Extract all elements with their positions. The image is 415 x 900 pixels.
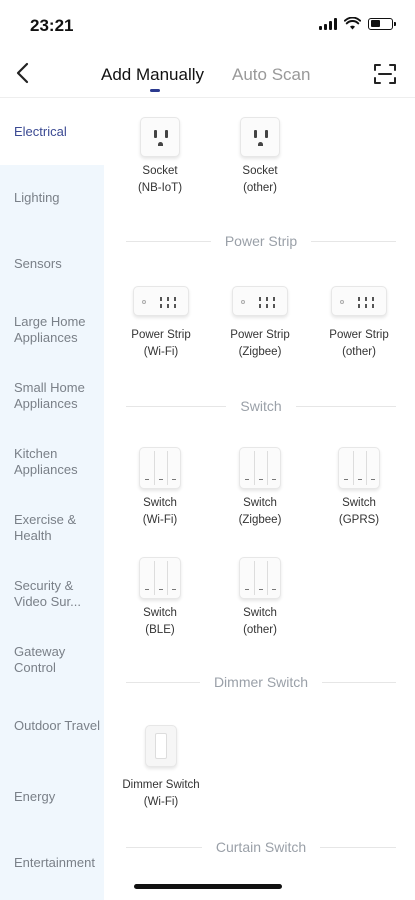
socket-icon xyxy=(140,117,180,157)
device-variant: (NB-IoT) xyxy=(137,182,183,194)
home-indicator[interactable] xyxy=(134,884,282,889)
power-strip-icon xyxy=(133,286,189,316)
device-variant: (BLE) xyxy=(145,624,175,636)
sidebar-item-small-home-appliances[interactable]: Small Home Appliances xyxy=(0,363,104,429)
device-name: Switch xyxy=(243,607,277,619)
sidebar-item-exercise-health[interactable]: Exercise & Health xyxy=(0,495,104,561)
device-switch-wifi[interactable]: Switch (Wi-Fi) xyxy=(115,447,205,529)
device-name: Switch xyxy=(243,497,277,509)
sidebar-item-large-home-appliances[interactable]: Large Home Appliances xyxy=(0,297,104,363)
device-variant: (other) xyxy=(243,624,277,636)
device-variant: (GPRS) xyxy=(338,514,380,526)
device-socket-nb-iot[interactable]: Socket (NB-IoT) xyxy=(115,117,205,197)
sidebar-item-outdoor-travel[interactable]: Outdoor Travel xyxy=(0,693,104,759)
nav-bar: Add Manually Auto Scan xyxy=(0,50,415,98)
socket-icon xyxy=(240,117,280,157)
category-sidebar: Electrical Lighting Sensors Large Home A… xyxy=(0,99,104,900)
status-bar: 23:21 xyxy=(0,0,415,50)
sidebar-item-gateway-control[interactable]: Gateway Control xyxy=(0,627,104,693)
section-header-switch: Switch xyxy=(126,396,397,416)
wifi-icon xyxy=(344,17,361,30)
device-variant: (Wi-Fi) xyxy=(142,514,178,526)
status-icons xyxy=(319,17,396,30)
sidebar-item-energy[interactable]: Energy xyxy=(0,764,104,830)
tab-auto-scan[interactable]: Auto Scan xyxy=(232,65,310,85)
battery-icon xyxy=(368,17,396,30)
status-time: 23:21 xyxy=(30,16,74,35)
device-variant: (Zigbee) xyxy=(238,514,282,526)
device-variant: (Wi-Fi) xyxy=(143,796,179,808)
tab-add-manually[interactable]: Add Manually xyxy=(101,65,204,85)
device-switch-ble[interactable]: Switch (BLE) xyxy=(115,557,205,639)
switch-icon xyxy=(239,557,281,599)
device-power-strip-zigbee[interactable]: Power Strip (Zigbee) xyxy=(215,281,305,361)
device-dimmer-switch-wifi[interactable]: Dimmer Switch (Wi-Fi) xyxy=(116,725,206,811)
device-name: Power Strip xyxy=(131,329,191,341)
device-list: Socket (NB-IoT) Socket (other) Power Strip… xyxy=(104,99,415,900)
device-name: Switch xyxy=(143,497,177,509)
device-name: Dimmer Switch xyxy=(122,779,200,791)
dimmer-switch-icon xyxy=(145,725,177,767)
device-switch-gprs[interactable]: Switch (GPRS) xyxy=(314,447,404,529)
power-strip-icon xyxy=(232,286,288,316)
sidebar-item-electrical[interactable]: Electrical xyxy=(0,99,104,165)
device-name: Switch xyxy=(342,497,376,509)
section-header-power-strip: Power Strip xyxy=(126,231,397,251)
section-header-curtain-switch: Curtain Switch xyxy=(126,837,397,857)
sidebar-item-security-video[interactable]: Security & Video Sur... xyxy=(0,561,104,627)
sidebar-item-kitchen-appliances[interactable]: Kitchen Appliances xyxy=(0,429,104,495)
device-power-strip-wifi[interactable]: Power Strip (Wi-Fi) xyxy=(116,281,206,361)
device-power-strip-other[interactable]: Power Strip (other) xyxy=(314,281,404,361)
device-socket-other[interactable]: Socket (other) xyxy=(215,117,305,197)
device-name: Socket xyxy=(142,165,178,177)
device-switch-zigbee[interactable]: Switch (Zigbee) xyxy=(215,447,305,529)
tab-active-indicator xyxy=(150,89,160,92)
device-name: Switch xyxy=(143,607,177,619)
device-variant: (Wi-Fi) xyxy=(143,346,179,358)
device-name: Power Strip xyxy=(329,329,389,341)
sidebar-item-entertainment[interactable]: Entertainment xyxy=(0,830,104,896)
switch-icon xyxy=(139,557,181,599)
add-device-screen: 23:21 Add Manually Auto Scan Electrical xyxy=(0,0,415,900)
sidebar-item-sensors[interactable]: Sensors xyxy=(0,231,104,297)
section-header-dimmer-switch: Dimmer Switch xyxy=(126,672,396,692)
power-strip-icon xyxy=(331,286,387,316)
switch-icon xyxy=(139,447,181,489)
device-variant: (other) xyxy=(342,346,376,358)
device-switch-other[interactable]: Switch (other) xyxy=(215,557,305,639)
device-name: Power Strip xyxy=(230,329,290,341)
device-variant: (other) xyxy=(243,182,277,194)
switch-icon xyxy=(338,447,380,489)
switch-icon xyxy=(239,447,281,489)
device-variant: (Zigbee) xyxy=(238,346,282,358)
chevron-left-icon[interactable] xyxy=(12,60,36,86)
sidebar-item-lighting[interactable]: Lighting xyxy=(0,165,104,231)
scan-frame-icon[interactable] xyxy=(373,62,397,86)
device-name: Socket xyxy=(242,165,278,177)
cellular-signal-icon xyxy=(319,17,337,30)
